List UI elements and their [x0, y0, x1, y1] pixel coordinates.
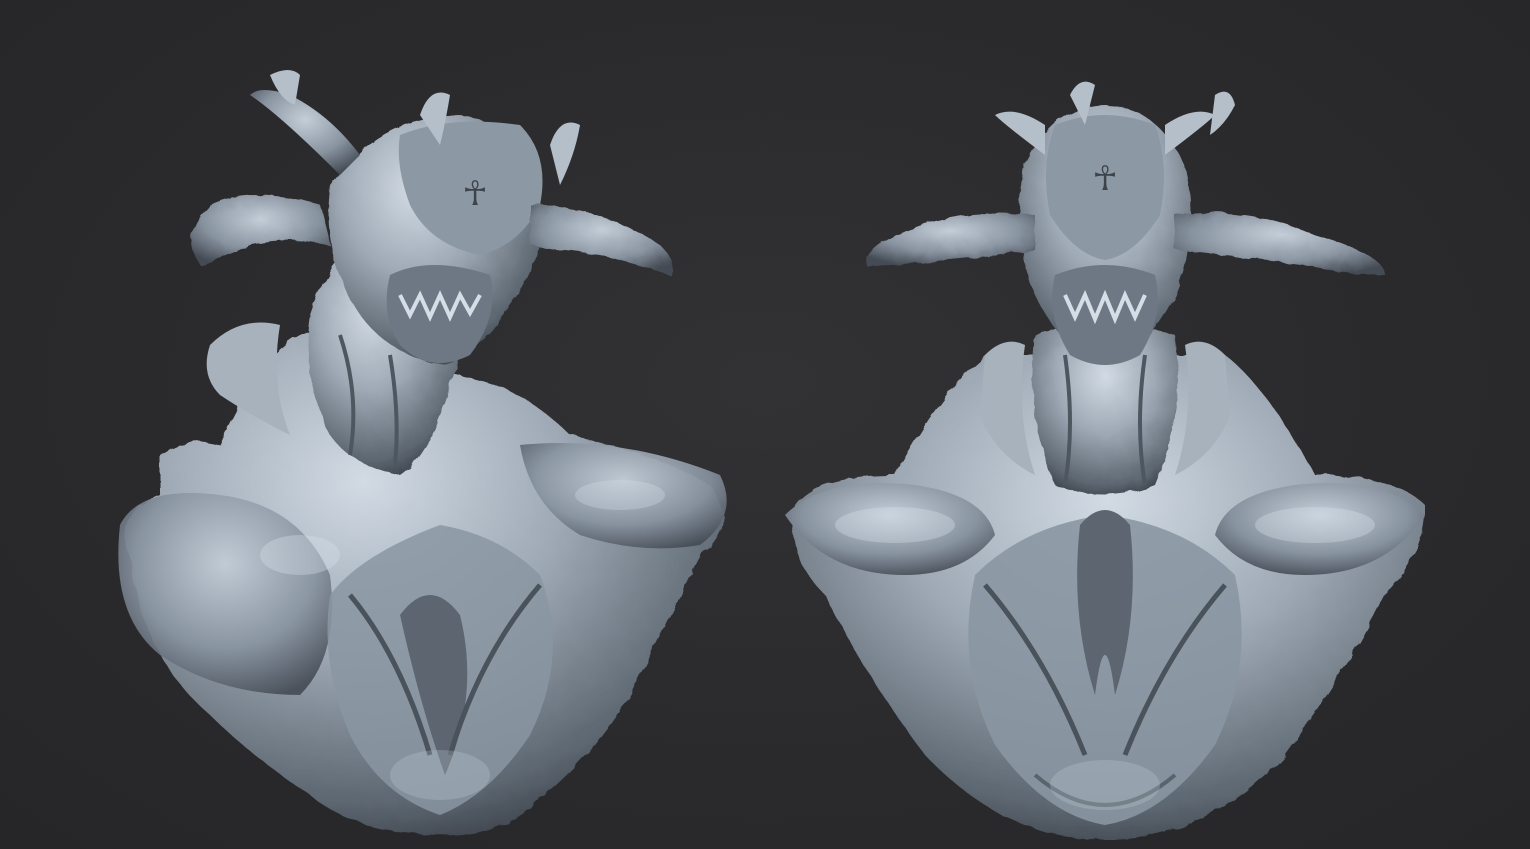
horn-left-upper — [250, 90, 360, 175]
horn-inner-left — [995, 111, 1045, 155]
jaw — [1052, 265, 1158, 365]
horn-left — [865, 212, 1035, 265]
creature-bust-three-quarter[interactable]: ☥ — [100, 55, 740, 840]
horn-top-right — [1210, 91, 1235, 135]
horn-top-b — [550, 122, 580, 185]
creature-bust-front[interactable]: ☥ — [785, 55, 1425, 840]
horn-right — [530, 205, 674, 275]
bust-render-left: ☥ — [118, 70, 727, 836]
ankh-glyph: ☥ — [1092, 159, 1117, 199]
3d-viewport[interactable]: ☥ ☥ — [0, 0, 1530, 849]
horn-inner-right — [1165, 111, 1215, 155]
ankh-glyph: ☥ — [462, 174, 487, 214]
bust-render-right: ☥ — [785, 81, 1425, 840]
horn-left-curl — [192, 195, 330, 265]
horn-right — [1175, 212, 1385, 275]
